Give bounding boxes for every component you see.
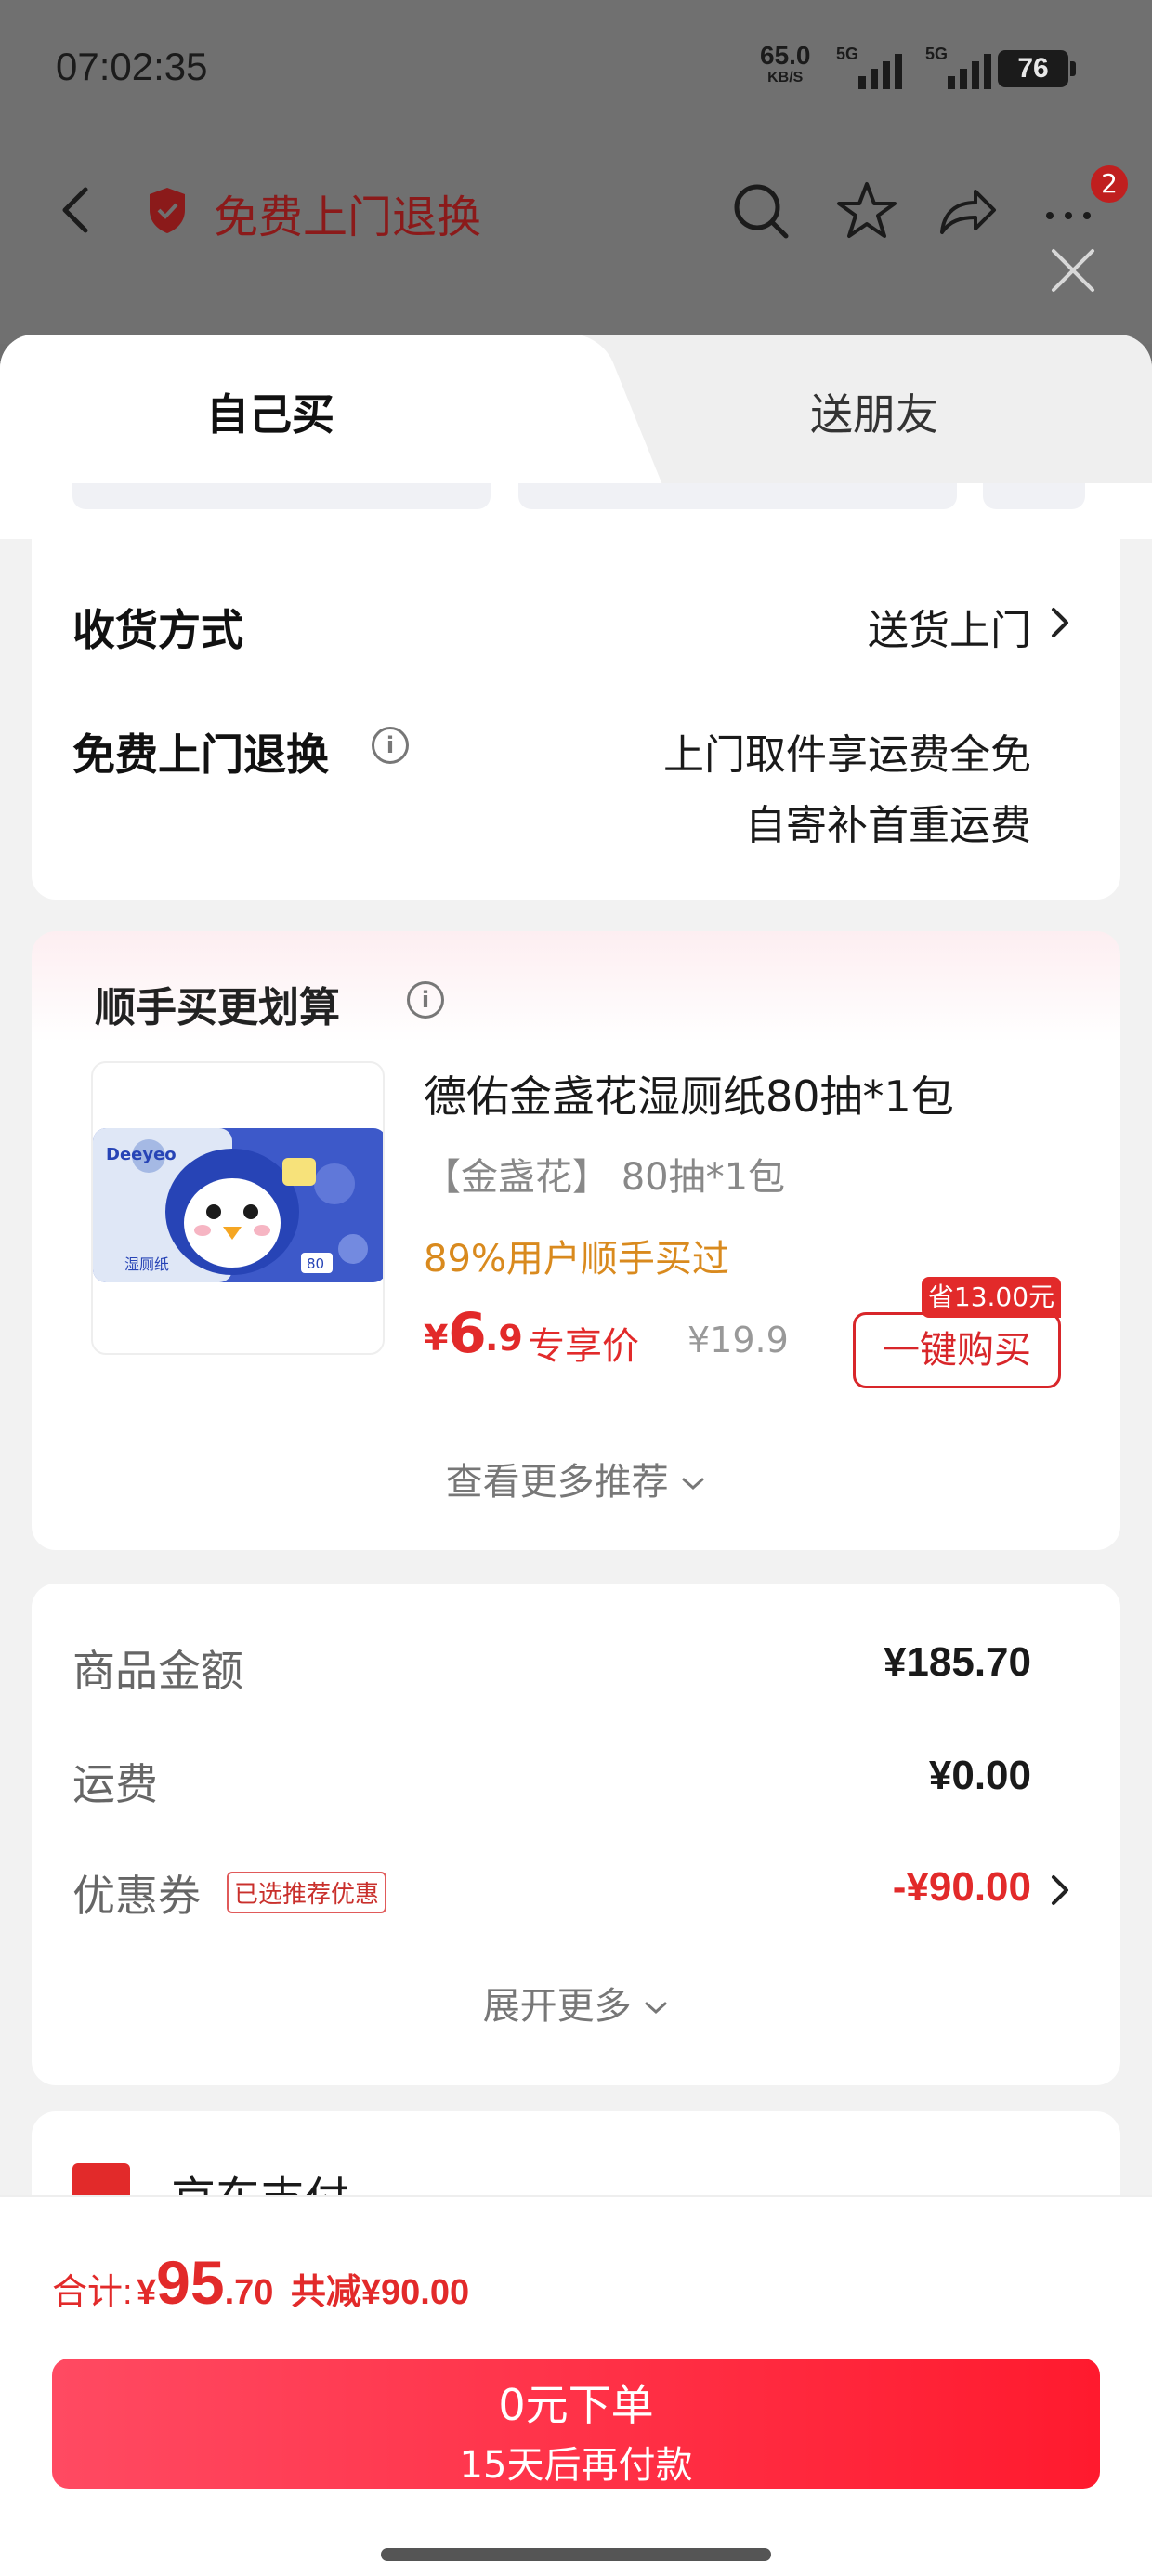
- total-label: 合计:: [52, 2273, 133, 2312]
- total-integer: 95: [156, 2248, 225, 2317]
- top-nav-bar: 免费上门退换: [0, 167, 1152, 251]
- shipping-label: 运费: [72, 1759, 158, 1809]
- expand-more-label: 展开更多: [482, 1985, 632, 2028]
- shield-icon: [150, 188, 185, 233]
- view-more-label: 查看更多推荐: [445, 1461, 669, 1504]
- close-icon[interactable]: [1046, 243, 1100, 297]
- option-chip[interactable]: [983, 483, 1085, 509]
- option-chip[interactable]: [72, 483, 491, 509]
- share-icon[interactable]: [935, 178, 1000, 243]
- product-social-proof: 89%用户顺手买过: [424, 1238, 729, 1281]
- back-icon[interactable]: [54, 182, 100, 238]
- delivery-method-value[interactable]: 送货上门: [868, 597, 1031, 656]
- image-count-text: 80: [307, 1255, 324, 1272]
- order-total: 合计: ¥95.70 共减¥90.00: [52, 2247, 469, 2318]
- original-price: ¥19.9: [687, 1320, 789, 1360]
- info-icon[interactable]: i: [372, 727, 409, 764]
- chevron-right-icon[interactable]: [1048, 604, 1072, 641]
- tab-bar: 自己买 送朋友: [0, 335, 1152, 483]
- status-bar: 07:02:35 65.0 KB/S 5G 5G 76: [0, 0, 1152, 130]
- price-decimal: .9: [485, 1318, 523, 1359]
- chevron-right-icon[interactable]: [1048, 1872, 1072, 1909]
- expand-more-link[interactable]: 展开更多: [32, 1976, 1120, 2030]
- network-speed-value: 65.0: [760, 41, 811, 70]
- tab-send-to-friend[interactable]: 送朋友: [810, 381, 938, 442]
- network-speed: 65.0 KB/S: [760, 43, 811, 89]
- goods-amount-value: ¥185.70: [883, 1639, 1031, 1685]
- free-return-label: 免费上门退换: [72, 729, 329, 780]
- search-icon[interactable]: [728, 178, 793, 243]
- submit-sub-label: 15天后再付款: [459, 2444, 693, 2487]
- product-image[interactable]: Deeyeo 湿厕纸 80: [91, 1061, 385, 1355]
- add-on-recommend-card: 顺手买更划算 i Deeyeo 湿厕纸 80 德佑金盏花湿厕纸80抽*1包 【金…: [32, 931, 1120, 1550]
- free-return-value-line1: 上门取件享运费全免: [663, 731, 1031, 779]
- view-more-recommendations-link[interactable]: 查看更多推荐: [32, 1452, 1120, 1505]
- submit-order-button[interactable]: 0元下单 15天后再付款: [52, 2359, 1100, 2489]
- coupon-recommended-tag: 已选推荐优惠: [227, 1872, 387, 1913]
- save-amount-badge: 省13.00元: [922, 1277, 1061, 1318]
- total-decimal: .70: [224, 2273, 274, 2312]
- chevron-down-icon: [645, 2002, 667, 2015]
- home-indicator[interactable]: [381, 2548, 771, 2561]
- delivery-method-label: 收货方式: [72, 605, 243, 655]
- more-badge-count: 2: [1091, 165, 1128, 203]
- product-name[interactable]: 德佑金盏花湿厕纸80抽*1包: [424, 1063, 954, 1124]
- price-tag: 专享价: [528, 1325, 639, 1368]
- signal-label-sim2: 5G: [925, 45, 949, 63]
- signal-icon-sim2: 5G: [925, 43, 1000, 89]
- price-symbol: ¥: [424, 1318, 449, 1359]
- signal-label-sim1: 5G: [836, 45, 859, 63]
- goods-amount-label: 商品金额: [72, 1646, 243, 1696]
- info-icon[interactable]: i: [407, 981, 444, 1019]
- chevron-down-icon: [682, 1478, 704, 1491]
- tab-buy-for-self[interactable]: 自己买: [206, 381, 334, 442]
- option-chip[interactable]: [518, 483, 957, 509]
- image-brand-text: Deeyeo: [106, 1145, 177, 1164]
- image-label-text: 湿厕纸: [124, 1255, 169, 1273]
- network-speed-unit: KB/S: [767, 70, 804, 85]
- one-click-buy-button[interactable]: 一键购买: [853, 1312, 1061, 1388]
- wet-wipes-pack-illustration: Deeyeo 湿厕纸 80: [93, 1128, 383, 1282]
- checkout-bottom-bar: 合计: ¥95.70 共减¥90.00 0元下单 15天后再付款: [0, 2195, 1152, 2576]
- order-summary-card: 商品金额 ¥185.70 运费 ¥0.00 优惠券 已选推荐优惠 -¥90.00…: [32, 1584, 1120, 2085]
- add-on-title: 顺手买更划算: [95, 984, 340, 1032]
- signal-icon-sim1: 5G: [836, 43, 910, 89]
- star-icon[interactable]: [834, 178, 899, 243]
- status-time: 07:02:35: [56, 45, 208, 88]
- submit-main-label: 0元下单: [498, 2380, 654, 2430]
- product-spec[interactable]: 【金盏花】 80抽*1包: [424, 1147, 785, 1201]
- coupon-discount-value[interactable]: -¥90.00: [893, 1864, 1031, 1911]
- battery-icon: 76: [998, 50, 1076, 87]
- free-return-value-line2: 自寄补首重运费: [745, 802, 1031, 849]
- delivery-card: 收货方式 送货上门 免费上门退换 i 上门取件享运费全免 自寄补首重运费: [32, 511, 1120, 900]
- price-integer: 6: [448, 1301, 487, 1366]
- nav-title[interactable]: 免费上门退换: [214, 180, 481, 245]
- total-saved: 共减¥90.00: [290, 2273, 470, 2312]
- coupon-label: 优惠券: [72, 1871, 201, 1921]
- shipping-value: ¥0.00: [928, 1753, 1031, 1798]
- total-symbol: ¥: [137, 2273, 157, 2312]
